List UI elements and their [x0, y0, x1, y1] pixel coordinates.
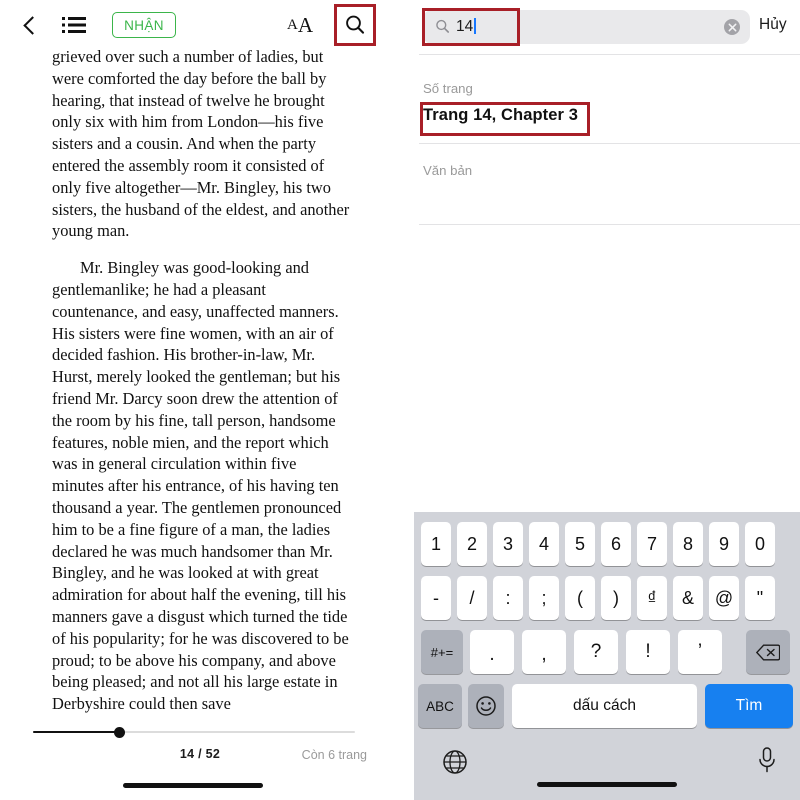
book-paragraph-2: Mr. Bingley was good-looking and gentlem…	[52, 258, 349, 714]
key-exclamation[interactable]: !	[626, 630, 670, 674]
key-1[interactable]: 1	[421, 522, 451, 566]
microphone-icon	[759, 747, 775, 773]
globe-icon	[443, 750, 467, 774]
font-size-small-a: A	[286, 16, 298, 33]
key-period[interactable]: .	[470, 630, 514, 674]
divider-middle	[419, 143, 800, 144]
pages-left-label: Còn 6 trang	[301, 748, 367, 762]
key-colon[interactable]: :	[493, 576, 523, 620]
key-5[interactable]: 5	[565, 522, 595, 566]
key-ampersand[interactable]: &	[673, 576, 703, 620]
page-slider[interactable]	[33, 725, 355, 739]
search-panel: 14 Hủy Số trang Trang 14, Chapter 3 Văn …	[400, 0, 800, 800]
emoji-key[interactable]	[468, 684, 504, 728]
key-quote[interactable]: "	[745, 576, 775, 620]
book-body-text: grieved over such a number of ladies, bu…	[52, 46, 352, 715]
book-reader-panel: NHẬN AA grieved over such a number of la…	[0, 0, 400, 800]
backspace-icon	[756, 644, 780, 660]
get-book-button[interactable]: NHẬN	[112, 12, 176, 38]
key-comma[interactable]: ,	[522, 630, 566, 674]
home-indicator	[123, 783, 263, 788]
key-0[interactable]: 0	[745, 522, 775, 566]
dictation-key[interactable]	[756, 746, 778, 776]
search-input-highlight-box	[422, 8, 520, 46]
key-semicolon[interactable]: ;	[529, 576, 559, 620]
keyboard-row-numbers: 1234567890	[414, 522, 800, 566]
table-of-contents-button[interactable]	[54, 8, 94, 42]
key-hyphen[interactable]: -	[421, 576, 451, 620]
close-icon	[728, 23, 736, 31]
keyboard-row-symbols: - /:;() ₫ & @ "	[414, 576, 800, 620]
key-6[interactable]: 6	[601, 522, 631, 566]
backspace-key[interactable]	[746, 630, 790, 674]
cancel-button[interactable]: Hủy	[759, 16, 787, 34]
get-button-label: NHẬN	[124, 17, 164, 33]
book-paragraph-1: grieved over such a number of ladies, bu…	[52, 47, 350, 241]
font-size-big-a: A	[297, 12, 313, 37]
key-9[interactable]: 9	[709, 522, 739, 566]
divider-top	[419, 54, 800, 55]
section-header-text: Văn bản	[423, 163, 473, 178]
clear-search-button[interactable]	[724, 19, 740, 35]
keyboard-row-punctuation: #+= . , ? ! ’	[414, 630, 800, 674]
reader-toolbar: NHẬN AA	[0, 0, 400, 50]
globe-key[interactable]	[441, 748, 469, 776]
key-3[interactable]: 3	[493, 522, 523, 566]
key-2[interactable]: 2	[457, 522, 487, 566]
chevron-left-icon	[22, 15, 42, 35]
search-bar-row: 14 Hủy	[400, 8, 800, 46]
font-size-button[interactable]: AA	[279, 8, 321, 42]
onscreen-keyboard: 1234567890 -/:;()₫&@" #+= . , ? ! ’	[414, 512, 800, 800]
keyboard-row-bottom: ABC dấu cách Tìm	[414, 684, 800, 728]
key-at[interactable]: @	[709, 576, 739, 620]
key-apostrophe[interactable]: ’	[678, 630, 722, 674]
key-question[interactable]: ?	[574, 630, 618, 674]
screen: NHẬN AA grieved over such a number of la…	[0, 0, 800, 800]
slider-knob[interactable]	[114, 727, 126, 738]
abc-key[interactable]: ABC	[418, 684, 462, 728]
search-button[interactable]	[334, 4, 376, 46]
search-submit-key[interactable]: Tìm	[705, 684, 793, 728]
key-slash[interactable]: /	[457, 576, 487, 620]
search-result-highlight-box	[420, 102, 590, 136]
list-bullet-icon	[62, 17, 86, 33]
magnifier-icon	[346, 15, 365, 34]
key-symbol-toggle[interactable]: #+=	[421, 630, 463, 674]
back-button[interactable]	[12, 8, 48, 42]
key-4[interactable]: 4	[529, 522, 559, 566]
key-paren-close[interactable]: )	[601, 576, 631, 620]
slider-track-filled	[33, 731, 120, 733]
emoji-smiley-icon	[476, 696, 496, 716]
divider-bottom	[419, 224, 800, 225]
home-indicator	[537, 782, 677, 787]
key-8[interactable]: 8	[673, 522, 703, 566]
key-dong[interactable]: ₫	[637, 576, 667, 620]
key-7[interactable]: 7	[637, 522, 667, 566]
key-paren-open[interactable]: (	[565, 576, 595, 620]
section-header-page-number: Số trang	[423, 81, 473, 96]
space-key[interactable]: dấu cách	[512, 684, 697, 728]
